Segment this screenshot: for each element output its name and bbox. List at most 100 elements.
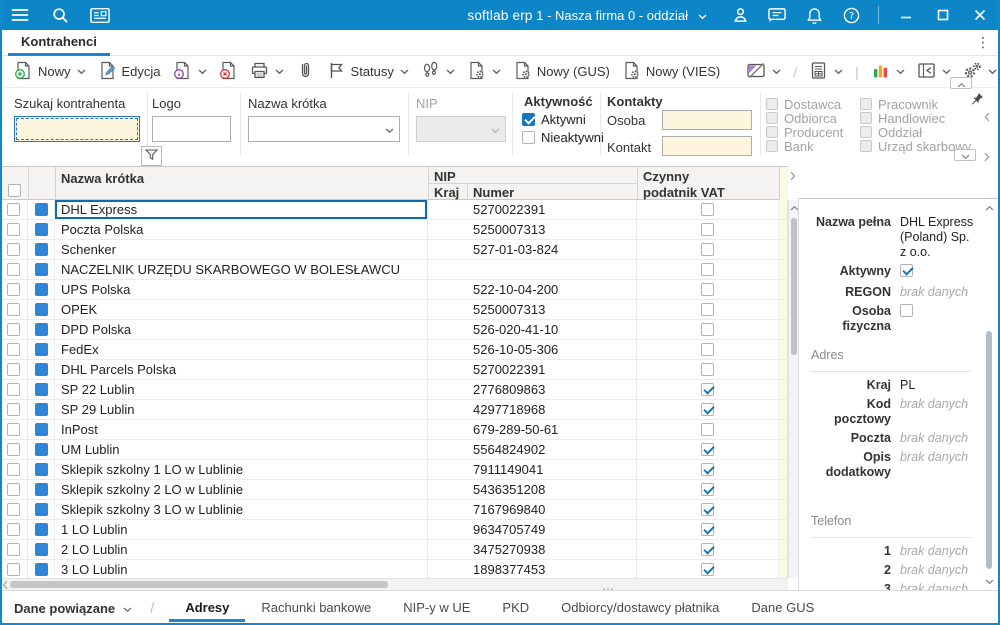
chevron-right-icon[interactable]: [984, 152, 990, 162]
toolbar-button-nowy[interactable]: Nowy: [8, 58, 92, 86]
select-all-checkbox[interactable]: [8, 184, 21, 197]
row-checkbox[interactable]: [7, 203, 20, 216]
toolbar-button-chart[interactable]: [865, 58, 911, 86]
row-checkbox[interactable]: [7, 483, 20, 496]
cell-short-name[interactable]: 3 LO Lublin: [55, 560, 428, 578]
related-tab-odbiorcy-dostawcy-p-atnika[interactable]: Odbiorcy/dostawcy płatnika: [545, 595, 735, 622]
vat-checkbox[interactable]: [701, 443, 714, 456]
vat-checkbox[interactable]: [701, 523, 714, 536]
cell-short-name[interactable]: SP 29 Lublin: [55, 400, 428, 419]
row-checkbox[interactable]: [7, 243, 20, 256]
table-row[interactable]: DHL Express 5270022391: [0, 200, 788, 220]
vat-checkbox[interactable]: [701, 503, 714, 516]
tab-kontrahenci[interactable]: Kontrahenci: [8, 30, 110, 56]
checkbox[interactable]: [522, 130, 535, 144]
activity-checkbox-nieaktywni[interactable]: Nieaktywni: [522, 130, 604, 144]
table-row[interactable]: 1 LO Lublin 9634705749: [0, 520, 788, 540]
close-icon[interactable]: [970, 5, 990, 25]
vertical-scrollbar-thumb[interactable]: [791, 218, 797, 355]
cell-short-name[interactable]: OPEK: [55, 300, 428, 319]
table-row[interactable]: 2 LO Lublin 3475270938: [0, 540, 788, 560]
column-filter-button[interactable]: [141, 146, 162, 166]
table-row[interactable]: SP 22 Lublin 2776809863: [0, 380, 788, 400]
short-name-combo[interactable]: [248, 116, 400, 142]
vat-checkbox[interactable]: [701, 363, 714, 376]
vat-checkbox[interactable]: [701, 283, 714, 296]
toolbar-button-doc-info[interactable]: [167, 58, 213, 86]
related-tab-adresy[interactable]: Adresy: [169, 595, 246, 622]
collapse-filter-button[interactable]: [950, 77, 972, 89]
row-checkbox[interactable]: [7, 263, 20, 276]
column-header-short-name[interactable]: Nazwa krótka: [61, 171, 144, 186]
cell-short-name[interactable]: InPost: [55, 420, 428, 439]
cell-short-name[interactable]: 2 LO Lublin: [55, 540, 428, 559]
detail-scrollbar-thumb[interactable]: [986, 331, 992, 569]
toolbar-button-paperclip[interactable]: [290, 58, 321, 86]
column-header-vat-line1[interactable]: Czynny: [643, 169, 689, 184]
table-row[interactable]: SP 29 Lublin 4297718968: [0, 400, 788, 420]
cell-short-name[interactable]: DHL Express: [55, 200, 428, 219]
cell-short-name[interactable]: Sklepik szkolny 1 LO w Lublinie: [55, 460, 428, 479]
row-checkbox[interactable]: [7, 563, 20, 576]
row-checkbox[interactable]: [7, 363, 20, 376]
related-tab-nip-y-w-ue[interactable]: NIP-y w UE: [387, 595, 486, 622]
toolbar-button-image-slash[interactable]: [740, 58, 787, 86]
cell-short-name[interactable]: Sklepik szkolny 2 LO w Lublinie: [55, 480, 428, 499]
activity-checkbox-aktywni[interactable]: Aktywni: [522, 112, 586, 126]
detail-checkbox[interactable]: [900, 264, 913, 277]
toolbar-button-report[interactable]: [803, 58, 849, 86]
related-data-dropdown[interactable]: Dane powiązane: [14, 601, 132, 616]
minimize-icon[interactable]: [896, 5, 916, 25]
user-icon[interactable]: [730, 5, 750, 25]
search-contractor-input[interactable]: [14, 116, 140, 142]
help-icon[interactable]: ?: [841, 5, 861, 25]
related-tab-dane-gus[interactable]: Dane GUS: [735, 595, 830, 622]
expand-filter-button[interactable]: [954, 149, 976, 161]
cell-short-name[interactable]: 1 LO Lublin: [55, 520, 428, 539]
cell-short-name[interactable]: DPD Polska: [55, 320, 428, 339]
row-checkbox[interactable]: [7, 543, 20, 556]
column-header-vat-line2[interactable]: podatnik VAT: [643, 185, 725, 200]
table-row[interactable]: Sklepik szkolny 2 LO w Lublinie 543635120…: [0, 480, 788, 500]
row-checkbox[interactable]: [7, 323, 20, 336]
vat-checkbox[interactable]: [701, 323, 714, 336]
vat-checkbox[interactable]: [701, 263, 714, 276]
row-checkbox[interactable]: [7, 463, 20, 476]
table-row[interactable]: Schenker 527-01-03-824: [0, 240, 788, 260]
row-checkbox[interactable]: [7, 383, 20, 396]
cell-short-name[interactable]: NACZELNIK URZĘDU SKARBOWEGO W BOLESŁAWCU: [55, 260, 428, 279]
maximize-icon[interactable]: [933, 5, 953, 25]
table-row[interactable]: Sklepik szkolny 1 LO w Lublinie 791114904…: [0, 460, 788, 480]
toolbar-button-footprints[interactable]: [415, 58, 461, 86]
cell-short-name[interactable]: UM Lublin: [55, 440, 428, 459]
vat-checkbox[interactable]: [701, 563, 714, 576]
vat-checkbox[interactable]: [701, 223, 714, 236]
cell-short-name[interactable]: DHL Parcels Polska: [55, 360, 428, 379]
scroll-down-icon[interactable]: [984, 575, 994, 587]
detail-checkbox[interactable]: [900, 304, 913, 317]
cell-short-name[interactable]: SP 22 Lublin: [55, 380, 428, 399]
logo-input[interactable]: [152, 116, 231, 142]
cell-short-name[interactable]: Poczta Polska: [55, 220, 428, 239]
table-row[interactable]: UPS Polska 522-10-04-200: [0, 280, 788, 300]
pin-icon[interactable]: [970, 92, 984, 107]
cell-short-name[interactable]: UPS Polska: [55, 280, 428, 299]
toolbar-button-statusy[interactable]: Statusy: [321, 58, 415, 86]
checkbox[interactable]: [522, 112, 535, 126]
search-icon[interactable]: [50, 5, 70, 25]
table-row[interactable]: Sklepik szkolny 3 LO w Lublinie 716796984…: [0, 500, 788, 520]
toolbar-button-printer[interactable]: [244, 58, 290, 86]
column-header-nip[interactable]: NIP: [434, 169, 456, 184]
row-checkbox[interactable]: [7, 523, 20, 536]
row-checkbox[interactable]: [7, 403, 20, 416]
table-row[interactable]: 3 LO Lublin 1898377453: [0, 560, 788, 578]
table-row[interactable]: Poczta Polska 5250007313: [0, 220, 788, 240]
hamburger-icon[interactable]: [10, 5, 30, 25]
related-tab-rachunki-bankowe[interactable]: Rachunki bankowe: [245, 595, 387, 622]
more-vert-icon[interactable]: ⋮: [976, 34, 990, 50]
company-selector[interactable]: 1 - Nasza firma 0 - oddział: [536, 8, 707, 23]
table-row[interactable]: NACZELNIK URZĘDU SKARBOWEGO W BOLESŁAWCU: [0, 260, 788, 280]
row-checkbox[interactable]: [7, 223, 20, 236]
vat-checkbox[interactable]: [701, 343, 714, 356]
splitter-handle[interactable]: ⋯: [602, 582, 615, 596]
